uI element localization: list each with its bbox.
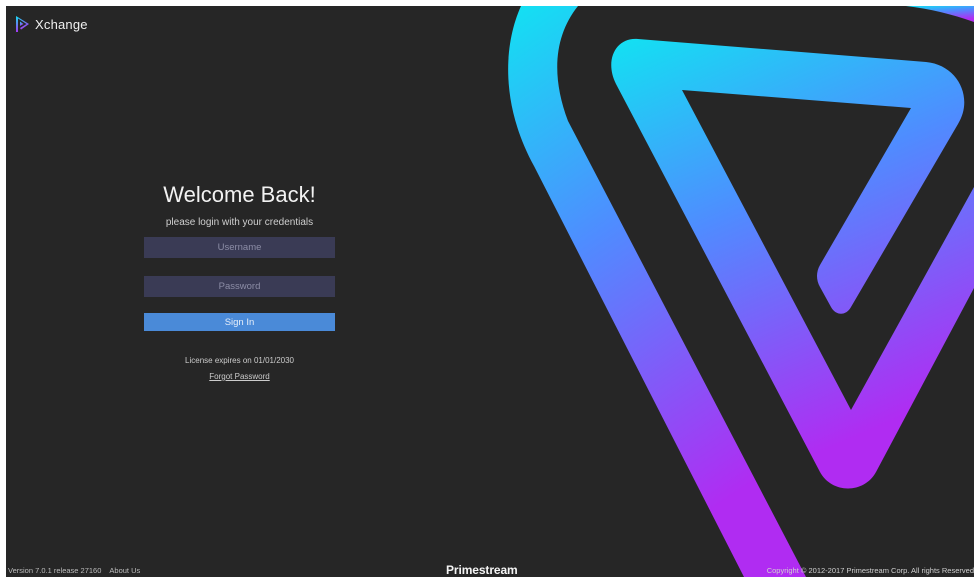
screen: Xchange Welcome Back! please login with … xyxy=(0,0,974,577)
app-brand: Xchange xyxy=(14,15,88,33)
about-us-link[interactable]: About Us xyxy=(109,566,140,575)
app-name: Xchange xyxy=(35,16,88,32)
login-page: Xchange Welcome Back! please login with … xyxy=(6,6,974,577)
copyright-text: Copyright © 2012-2017 Primestream Corp. … xyxy=(766,566,974,575)
password-input[interactable] xyxy=(144,276,335,297)
sign-in-button[interactable]: Sign In xyxy=(144,313,335,331)
welcome-heading: Welcome Back! xyxy=(163,182,316,207)
outer-v-top-arc xyxy=(906,6,974,22)
footer: Version 7.0.1 release 27160 About Us Prim… xyxy=(6,563,974,577)
forgot-password-link[interactable]: Forgot Password xyxy=(209,372,269,382)
username-input[interactable] xyxy=(144,237,335,258)
login-form: Welcome Back! please login with your cre… xyxy=(144,182,335,384)
license-expiry-text: License expires on 01/01/2030 xyxy=(185,356,294,365)
xchange-logo-icon xyxy=(16,16,29,32)
footer-left: Version 7.0.1 release 27160 About Us xyxy=(8,566,140,575)
primestream-wordmark: Primestream xyxy=(446,563,518,577)
login-subtitle: please login with your credentials xyxy=(165,217,314,228)
version-text: Version 7.0.1 release 27160 xyxy=(8,566,102,575)
